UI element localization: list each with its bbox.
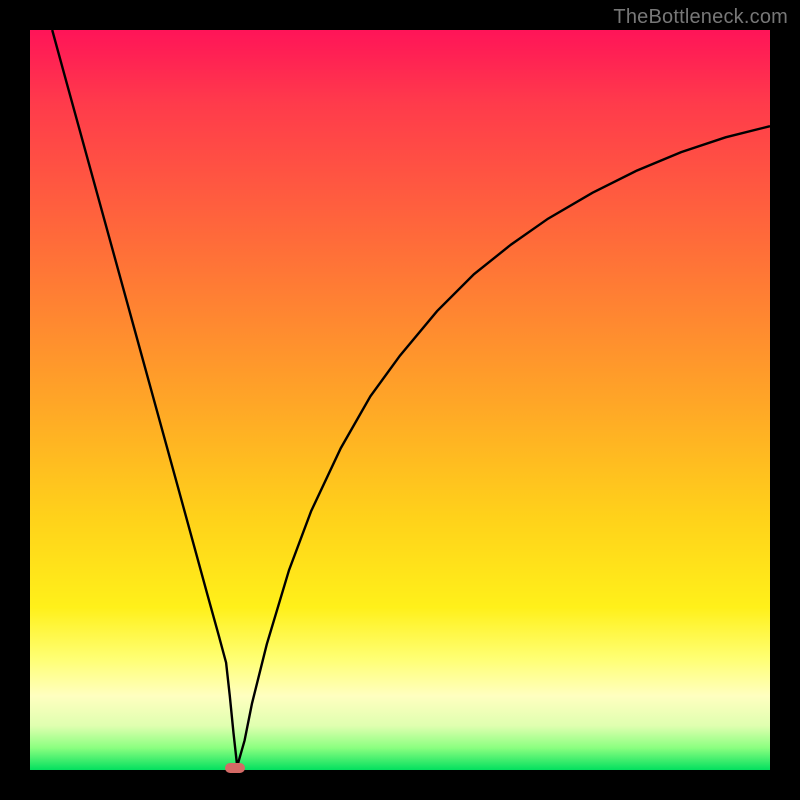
curve-path (52, 30, 770, 766)
chart-frame: TheBottleneck.com (0, 0, 800, 800)
min-marker (225, 763, 245, 773)
bottleneck-curve (30, 30, 770, 770)
attribution-text: TheBottleneck.com (613, 6, 788, 29)
plot-area (30, 30, 770, 770)
